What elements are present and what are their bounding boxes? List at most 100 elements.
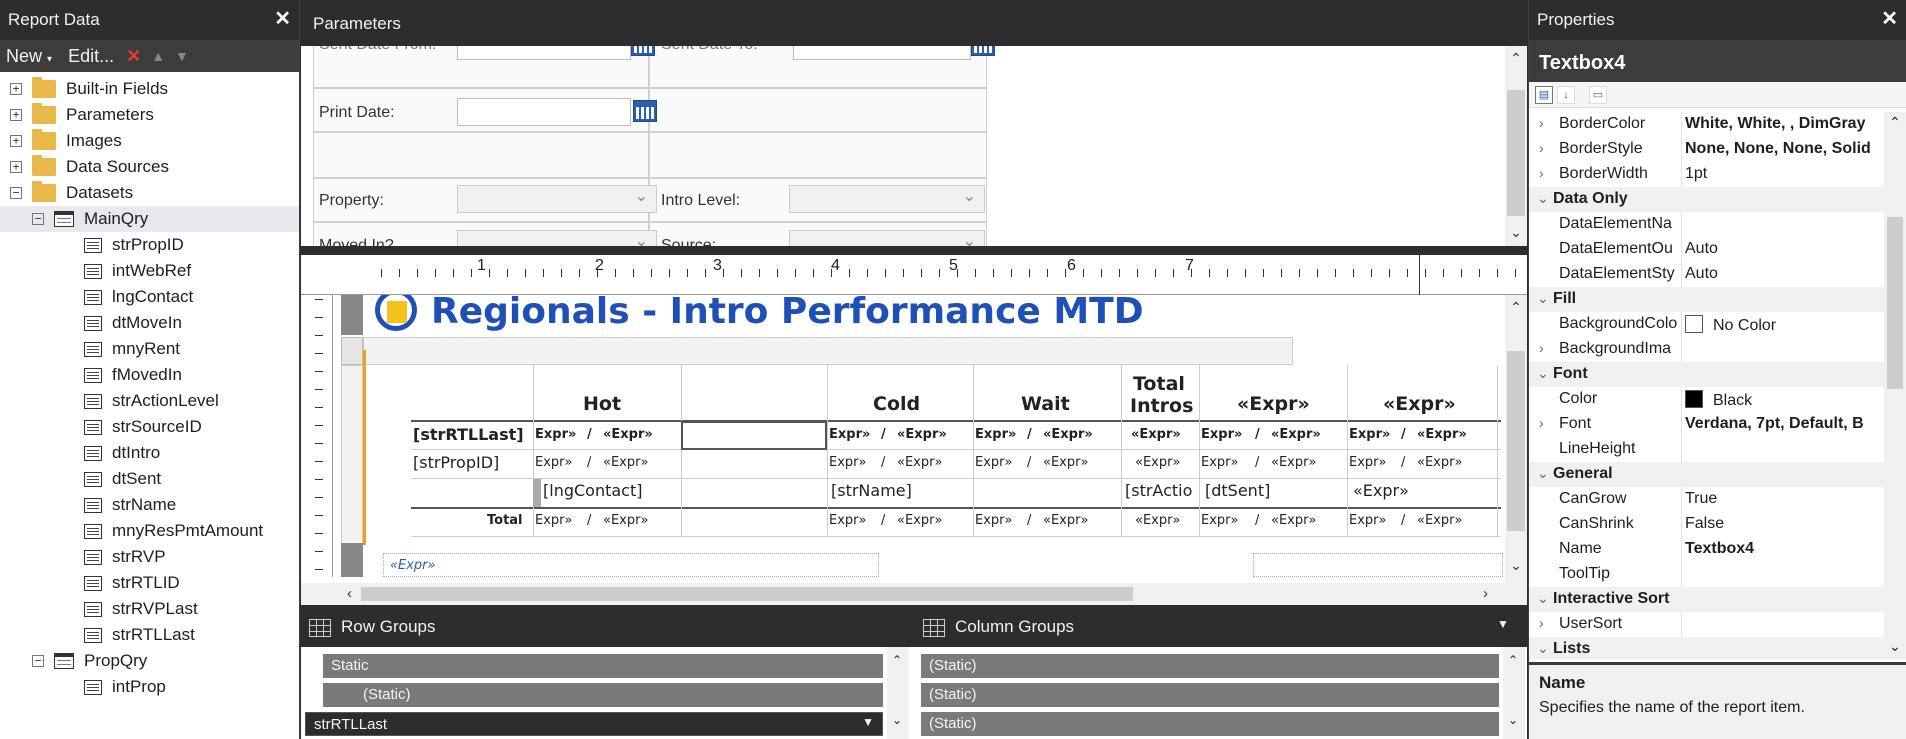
slash-cell[interactable]: / <box>881 455 885 470</box>
slash-cell[interactable]: / <box>1027 513 1031 528</box>
tree-item[interactable]: strSourceID <box>0 414 299 440</box>
chevron-down-icon[interactable]: ⌄ <box>1537 290 1549 307</box>
chevron-right-icon[interactable]: › <box>1539 615 1544 631</box>
property-dropdown[interactable] <box>457 185 657 213</box>
footer-textbox-right[interactable] <box>1253 553 1503 577</box>
slash-cell[interactable]: / <box>587 455 591 470</box>
tree-item[interactable]: + Parameters <box>0 102 299 128</box>
property-value[interactable]: Verdana, 7pt, Default, B <box>1685 415 1864 433</box>
tree-item[interactable]: mnyResPmtAmount <box>0 518 299 544</box>
tree-item[interactable]: − MainQry <box>0 206 299 232</box>
move-up-icon[interactable]: ▲ <box>151 48 165 64</box>
chevron-right-icon[interactable]: › <box>1539 115 1544 131</box>
strrtllast-cell[interactable]: [strRTLLast] <box>413 425 524 444</box>
column-handles[interactable] <box>363 337 1293 365</box>
expr-cell[interactable]: Expr» <box>829 427 870 442</box>
scroll-down-icon[interactable]: ⌄ <box>1508 713 1518 727</box>
properties-scroll-thumb[interactable] <box>1887 217 1903 389</box>
expr-cell[interactable]: «Expr» <box>1271 455 1316 470</box>
expr-header-2[interactable]: «Expr» <box>1383 393 1456 415</box>
expr-cell[interactable]: «Expr» <box>1417 455 1462 470</box>
expr-cell[interactable]: Expr» <box>1201 427 1242 442</box>
strpropid-cell[interactable]: [strPropID] <box>413 453 499 472</box>
selected-textbox4[interactable] <box>681 421 827 450</box>
lngcontact-cell[interactable]: [lngContact] <box>543 481 642 500</box>
chevron-down-icon[interactable]: ⌄ <box>1537 640 1549 657</box>
expand-icon[interactable]: + <box>10 83 22 95</box>
slash-cell[interactable]: / <box>1401 455 1405 470</box>
expr-cell[interactable]: «Expr» <box>1353 481 1409 500</box>
chevron-down-icon[interactable]: ⌄ <box>1537 465 1549 482</box>
column-group-static-1[interactable]: (Static) <box>921 654 1499 678</box>
tree-item[interactable]: intWebRef <box>0 258 299 284</box>
hot-header[interactable]: Hot <box>583 393 621 415</box>
tree-item[interactable]: lngContact <box>0 284 299 310</box>
tree-item[interactable]: fMovedIn <box>0 362 299 388</box>
slash-cell[interactable]: / <box>1255 513 1259 528</box>
chevron-down-icon[interactable]: ⌄ <box>1537 190 1549 207</box>
expr-cell[interactable]: «Expr» <box>1271 427 1321 442</box>
expr-cell[interactable]: Expr» <box>975 513 1012 528</box>
edit-button[interactable]: Edit... <box>68 46 114 67</box>
expr-cell[interactable]: «Expr» <box>603 427 653 442</box>
expr-cell[interactable]: «Expr» <box>1131 427 1181 442</box>
expr-cell[interactable]: Expr» <box>829 513 866 528</box>
expand-icon[interactable]: + <box>10 135 22 147</box>
column-groups-scrollbar[interactable]: ⌃ ⌄ <box>1503 647 1525 739</box>
expr-cell[interactable]: Expr» <box>975 455 1012 470</box>
scroll-right-icon[interactable]: › <box>1483 585 1488 602</box>
property-value[interactable]: Auto <box>1685 265 1718 283</box>
calendar-icon[interactable] <box>971 46 995 56</box>
property-value[interactable]: 1pt <box>1685 165 1707 183</box>
row-group-static-child[interactable]: (Static) <box>323 683 883 707</box>
chevron-down-icon[interactable]: ▼ <box>862 715 874 729</box>
property-value[interactable]: True <box>1685 490 1717 508</box>
expr-cell[interactable]: «Expr» <box>603 513 648 528</box>
footer-textbox[interactable]: «Expr» <box>383 553 879 577</box>
property-row[interactable]: › Font Verdana, 7pt, Default, B <box>1529 412 1885 437</box>
expr-cell[interactable]: «Expr» <box>1043 513 1088 528</box>
slash-cell[interactable]: / <box>1401 513 1405 528</box>
collapse-icon[interactable]: − <box>32 213 44 225</box>
total-header[interactable]: Total <box>1133 373 1185 395</box>
scroll-up-icon[interactable]: ⌃ <box>1889 114 1901 131</box>
property-category[interactable]: ⌄ Interactive Sort <box>1529 587 1885 612</box>
property-row[interactable]: CanGrow True <box>1529 487 1885 512</box>
expr-cell[interactable]: «Expr» <box>1417 513 1462 528</box>
tree-item[interactable]: intProp <box>0 674 299 700</box>
chevron-down-icon[interactable]: ⌄ <box>1537 365 1549 382</box>
property-row[interactable]: DataElementNa <box>1529 212 1885 237</box>
tree-item[interactable]: strName <box>0 492 299 518</box>
total-label[interactable]: Total <box>487 513 523 528</box>
property-row[interactable]: LineHeight <box>1529 437 1885 462</box>
expr-cell[interactable]: Expr» <box>975 427 1016 442</box>
tree-item[interactable]: dtMoveIn <box>0 310 299 336</box>
expr-cell[interactable]: «Expr» <box>897 455 942 470</box>
slash-cell[interactable]: / <box>1027 455 1031 470</box>
scroll-left-icon[interactable]: ‹ <box>347 585 352 602</box>
straction-cell[interactable]: [strActio <box>1125 481 1195 500</box>
property-value[interactable]: White, White, , DimGray <box>1685 115 1865 133</box>
expr-cell[interactable]: Expr» <box>1201 455 1238 470</box>
cold-header[interactable]: Cold <box>873 393 920 415</box>
new-button[interactable]: New ▾ <box>6 46 52 67</box>
expr-cell[interactable]: «Expr» <box>1417 427 1467 442</box>
tree-item[interactable]: strRVP <box>0 544 299 570</box>
slash-cell[interactable]: / <box>587 513 591 528</box>
scroll-down-icon[interactable]: ⌄ <box>1889 638 1901 655</box>
tree-item[interactable]: mnyRent <box>0 336 299 362</box>
tree-item[interactable]: strRTLLast <box>0 622 299 648</box>
expr-cell[interactable]: Expr» <box>1349 427 1390 442</box>
property-pages-icon[interactable]: ▭ <box>1589 86 1607 104</box>
expand-icon[interactable]: + <box>10 161 22 173</box>
tree-item[interactable]: strPropID <box>0 232 299 258</box>
delete-icon[interactable]: ✕ <box>126 46 141 67</box>
slash-cell[interactable]: / <box>1255 455 1259 470</box>
tree-item[interactable]: + Data Sources <box>0 154 299 180</box>
expr-cell[interactable]: «Expr» <box>897 427 947 442</box>
row-group-strrtllast[interactable]: strRTLLast ▼ <box>305 712 883 736</box>
slash-cell[interactable]: / <box>1401 427 1406 442</box>
dtsent-cell[interactable]: [dtSent] <box>1205 481 1270 500</box>
footer-handle[interactable] <box>341 543 363 577</box>
row-handles[interactable] <box>341 365 363 562</box>
